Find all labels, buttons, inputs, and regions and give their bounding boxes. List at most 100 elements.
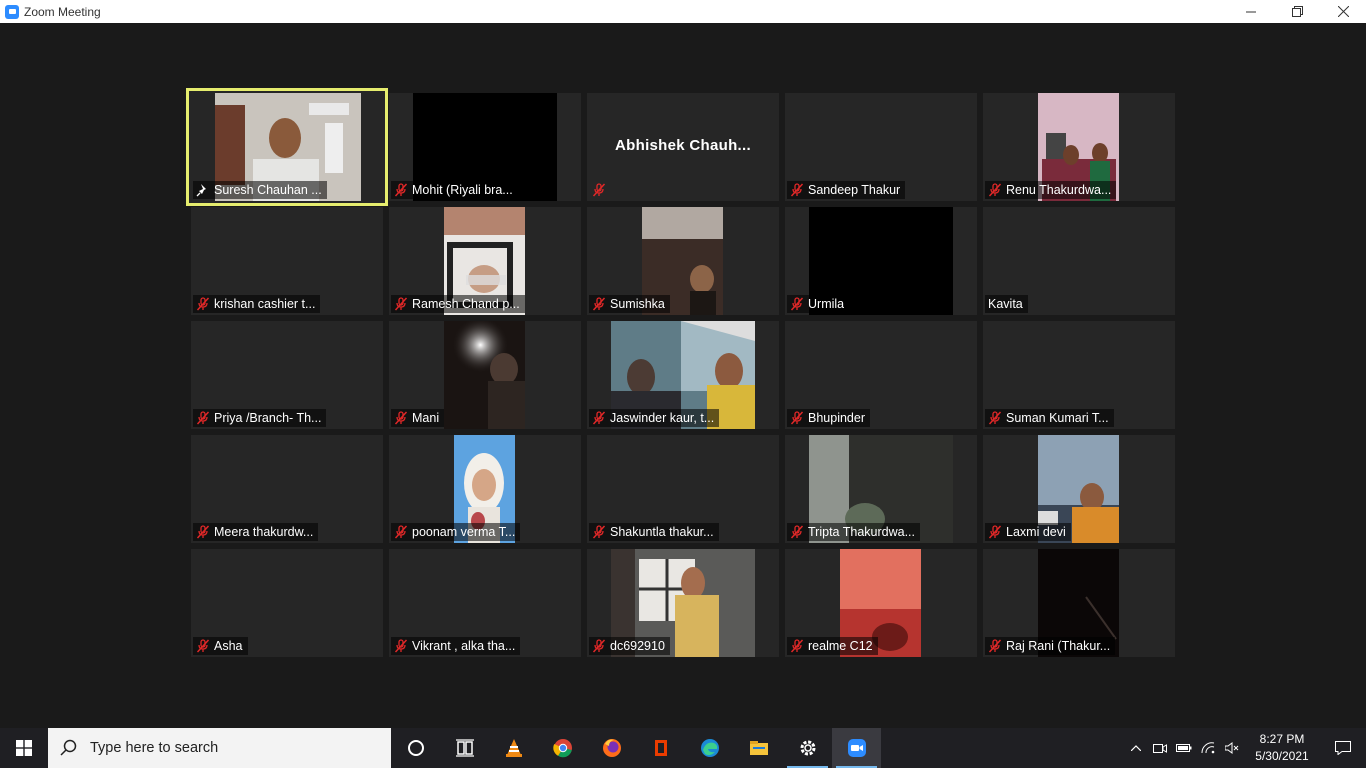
participant-name: Renu Thakurdwa... xyxy=(1006,183,1112,197)
muted-mic-icon xyxy=(592,525,606,539)
mic-muted-indicator xyxy=(592,183,606,197)
participant-name-label: Vikrant , alka tha... xyxy=(391,637,521,655)
participant-tile[interactable]: Kavita xyxy=(983,207,1175,315)
taskbar-search-box[interactable]: Type here to search xyxy=(48,728,391,768)
participant-tile[interactable]: Asha xyxy=(191,549,383,657)
participant-tile[interactable]: Laxmi devi xyxy=(983,435,1175,543)
window-titlebar: Zoom Meeting xyxy=(0,0,1366,23)
taskbar-firefox-button[interactable] xyxy=(587,728,636,768)
minimize-icon xyxy=(1246,11,1256,12)
mic-muted-indicator xyxy=(394,639,408,653)
windows-logo-icon xyxy=(16,740,32,756)
office-icon xyxy=(654,740,667,756)
participant-name: krishan cashier t... xyxy=(214,297,316,311)
participant-name: Priya /Branch- Th... xyxy=(214,411,322,425)
participant-tile[interactable]: Priya /Branch- Th... xyxy=(191,321,383,429)
participant-name: Kavita xyxy=(988,297,1023,311)
participant-name: Mani xyxy=(412,411,440,425)
taskbar-cortana-button[interactable] xyxy=(391,728,440,768)
system-tray: 8:27 PM 5/30/2021 xyxy=(1124,728,1366,768)
participant-name-label: Bhupinder xyxy=(787,409,870,427)
participant-tile[interactable]: Urmila xyxy=(785,207,977,315)
muted-mic-icon xyxy=(988,183,1002,197)
mic-muted-indicator xyxy=(988,411,1002,425)
taskbar-chrome-button[interactable] xyxy=(538,728,587,768)
participant-tile[interactable]: Bhupinder xyxy=(785,321,977,429)
participant-tile[interactable]: Tripta Thakurdwa... xyxy=(785,435,977,543)
participant-tile[interactable]: Renu Thakurdwa... xyxy=(983,93,1175,201)
pin-indicator xyxy=(196,183,210,197)
participant-name: Urmila xyxy=(808,297,845,311)
clock-time: 8:27 PM xyxy=(1259,732,1305,746)
taskbar-vlc-button[interactable] xyxy=(489,728,538,768)
mic-muted-indicator xyxy=(196,411,210,425)
participant-tile[interactable]: Shakuntla thakur... xyxy=(587,435,779,543)
participant-tile[interactable]: Mani xyxy=(389,321,581,429)
participant-tile[interactable]: Suman Kumari T... xyxy=(983,321,1175,429)
taskbar-office-button[interactable] xyxy=(636,728,685,768)
participant-name: realme C12 xyxy=(808,639,873,653)
participant-tile[interactable]: Meera thakurdw... xyxy=(191,435,383,543)
participant-tile[interactable]: Jaswinder kaur, t... xyxy=(587,321,779,429)
participant-name-label: Laxmi devi xyxy=(985,523,1071,541)
participant-tile[interactable]: Suresh Chauhan ... xyxy=(186,88,388,206)
participant-tile[interactable]: realme C12 xyxy=(785,549,977,657)
participant-video xyxy=(444,321,525,429)
mic-muted-indicator xyxy=(790,525,804,539)
participant-name-label: Shakuntla thakur... xyxy=(589,523,719,541)
participant-tile[interactable]: dc692910 xyxy=(587,549,779,657)
file-explorer-icon xyxy=(749,741,768,755)
participant-tile[interactable]: Ramesh Chand p... xyxy=(389,207,581,315)
taskbar-clock[interactable]: 8:27 PM 5/30/2021 xyxy=(1244,731,1320,765)
cortana-icon xyxy=(407,740,424,756)
mic-muted-indicator xyxy=(394,525,408,539)
action-center-button[interactable] xyxy=(1320,728,1366,768)
battery-icon[interactable] xyxy=(1172,728,1196,768)
mic-muted-indicator xyxy=(790,297,804,311)
mic-muted-indicator xyxy=(394,297,408,311)
start-button[interactable] xyxy=(0,728,48,768)
participant-name: Mohit (Riyali bra... xyxy=(412,183,513,197)
taskbar-task-view-button[interactable] xyxy=(440,728,489,768)
muted-mic-icon xyxy=(196,525,210,539)
participant-name: Suresh Chauhan ... xyxy=(214,183,322,197)
participant-name-label: Priya /Branch- Th... xyxy=(193,409,327,427)
clock-date: 5/30/2021 xyxy=(1255,749,1309,763)
participant-tile[interactable]: Raj Rani (Thakur... xyxy=(983,549,1175,657)
muted-mic-icon xyxy=(790,297,804,311)
pin-icon xyxy=(196,184,206,197)
participant-tile[interactable]: Sandeep Thakur xyxy=(785,93,977,201)
wifi-icon[interactable] xyxy=(1196,728,1220,768)
participant-tile[interactable]: poonam verma T... xyxy=(389,435,581,543)
muted-mic-icon xyxy=(592,183,606,197)
settings-icon xyxy=(800,740,815,756)
minimize-button[interactable] xyxy=(1228,0,1274,23)
taskbar-file-explorer-button[interactable] xyxy=(734,728,783,768)
muted-mic-icon xyxy=(988,525,1002,539)
taskbar-zoom-button[interactable] xyxy=(832,728,881,768)
participant-tile[interactable]: Mohit (Riyali bra... xyxy=(389,93,581,201)
muted-mic-icon xyxy=(592,639,606,653)
show-hidden-icons-button[interactable] xyxy=(1124,728,1148,768)
participant-tile[interactable]: Vikrant , alka tha... xyxy=(389,549,581,657)
participant-tile[interactable]: krishan cashier t... xyxy=(191,207,383,315)
participant-name-label: Raj Rani (Thakur... xyxy=(985,637,1116,655)
participant-name: poonam verma T... xyxy=(412,525,516,539)
muted-mic-icon xyxy=(790,411,804,425)
close-button[interactable] xyxy=(1320,0,1366,23)
notification-icon xyxy=(1335,741,1351,755)
participant-name: Asha xyxy=(214,639,243,653)
participant-name-label: Suresh Chauhan ... xyxy=(193,181,327,199)
participant-tile[interactable]: Abhishek Chauh... xyxy=(587,93,779,201)
taskbar-edge-button[interactable] xyxy=(685,728,734,768)
participant-name: Sumishka xyxy=(610,297,665,311)
mic-muted-indicator xyxy=(988,183,1002,197)
volume-muted-icon[interactable] xyxy=(1220,728,1244,768)
participant-name: Raj Rani (Thakur... xyxy=(1006,639,1111,653)
mic-muted-indicator xyxy=(790,411,804,425)
participant-tile[interactable]: Sumishka xyxy=(587,207,779,315)
taskbar-settings-button[interactable] xyxy=(783,728,832,768)
taskbar-apps xyxy=(391,728,881,768)
meet-now-icon[interactable] xyxy=(1148,728,1172,768)
restore-button[interactable] xyxy=(1274,0,1320,23)
